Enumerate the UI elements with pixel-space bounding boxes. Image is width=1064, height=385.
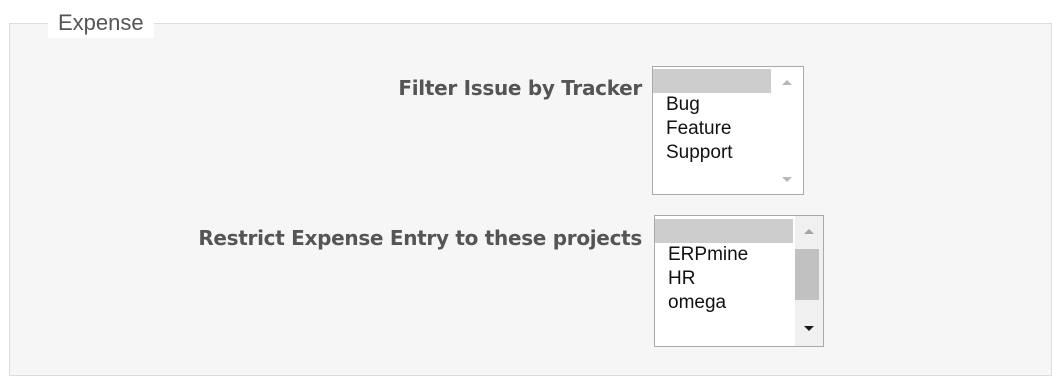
scroll-down-arrow-icon[interactable] — [804, 326, 814, 331]
project-restrict-label: Restrict Expense Entry to these projects — [198, 226, 642, 250]
scroll-down-arrow-icon[interactable] — [782, 177, 792, 182]
project-restrict-listbox[interactable]: ERPmine HR omega — [654, 215, 824, 347]
scrollbar-thumb[interactable] — [795, 249, 819, 300]
tracker-options: Bug Feature Support — [653, 69, 783, 165]
tracker-filter-label: Filter Issue by Tracker — [398, 76, 642, 100]
tracker-option-feature[interactable]: Feature — [653, 117, 783, 141]
project-option-erpmine[interactable]: ERPmine — [655, 243, 793, 267]
project-option-omega[interactable]: omega — [655, 291, 793, 315]
scroll-up-arrow-icon[interactable] — [782, 80, 792, 85]
page: Expense Filter Issue by Tracker Bug Feat… — [0, 0, 1064, 385]
project-option-blank[interactable] — [655, 219, 793, 243]
scroll-up-arrow-icon[interactable] — [804, 229, 814, 234]
tracker-option-bug[interactable]: Bug — [653, 93, 783, 117]
tracker-scrollbar[interactable] — [771, 67, 803, 194]
fieldset-top-gap — [9, 8, 1052, 23]
tracker-option-support[interactable]: Support — [653, 141, 783, 165]
project-options: ERPmine HR omega — [655, 219, 793, 315]
tracker-filter-listbox[interactable]: Bug Feature Support — [652, 66, 804, 195]
tracker-option-blank[interactable] — [653, 69, 783, 93]
project-scrollbar[interactable] — [795, 216, 823, 346]
project-option-hr[interactable]: HR — [655, 267, 793, 291]
fieldset-legend: Expense — [48, 8, 154, 38]
